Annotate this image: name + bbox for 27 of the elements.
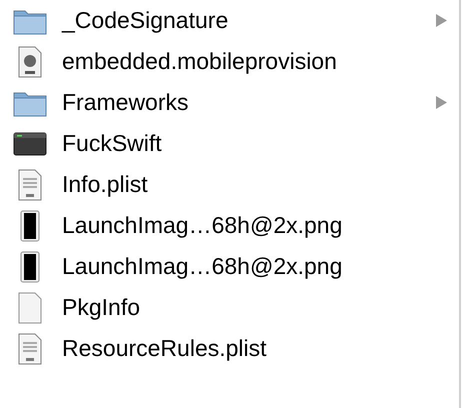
file-row[interactable]: _CodeSignature — [0, 0, 459, 41]
file-name: embedded.mobileprovision — [62, 47, 338, 76]
disclosure-triangle-icon[interactable] — [436, 96, 447, 109]
file-row[interactable]: embedded.mobileprovision — [0, 41, 459, 82]
file-name: FuckSwift — [62, 129, 163, 158]
file-name: _CodeSignature — [62, 6, 230, 36]
file-row[interactable]: ResourceRules.plist — [0, 328, 459, 369]
file-name: ResourceRules.plist — [62, 334, 268, 364]
file-row[interactable]: LaunchImag…68h@2x.png — [0, 246, 459, 287]
blank-file-icon — [17, 292, 43, 324]
document-icon — [17, 168, 43, 200]
file-name: Info.plist — [62, 170, 149, 200]
document-icon — [17, 46, 43, 78]
disclosure-triangle-icon[interactable] — [436, 14, 447, 27]
phone-icon — [20, 250, 40, 282]
phone-icon — [20, 210, 40, 242]
terminal-icon — [13, 132, 47, 156]
file-name: Frameworks — [62, 88, 190, 118]
file-name: LaunchImag…68h@2x.png — [62, 211, 344, 240]
file-row[interactable]: PkgInfo — [0, 287, 459, 328]
file-name: LaunchImag…68h@2x.png — [62, 252, 344, 282]
file-row[interactable]: Info.plist — [0, 164, 459, 205]
file-row[interactable]: LaunchImag…68h@2x.png — [0, 205, 459, 246]
document-icon — [17, 332, 43, 364]
file-row[interactable]: Frameworks — [0, 82, 459, 123]
file-name: PkgInfo — [62, 293, 141, 322]
file-row[interactable]: FuckSwift — [0, 123, 459, 164]
